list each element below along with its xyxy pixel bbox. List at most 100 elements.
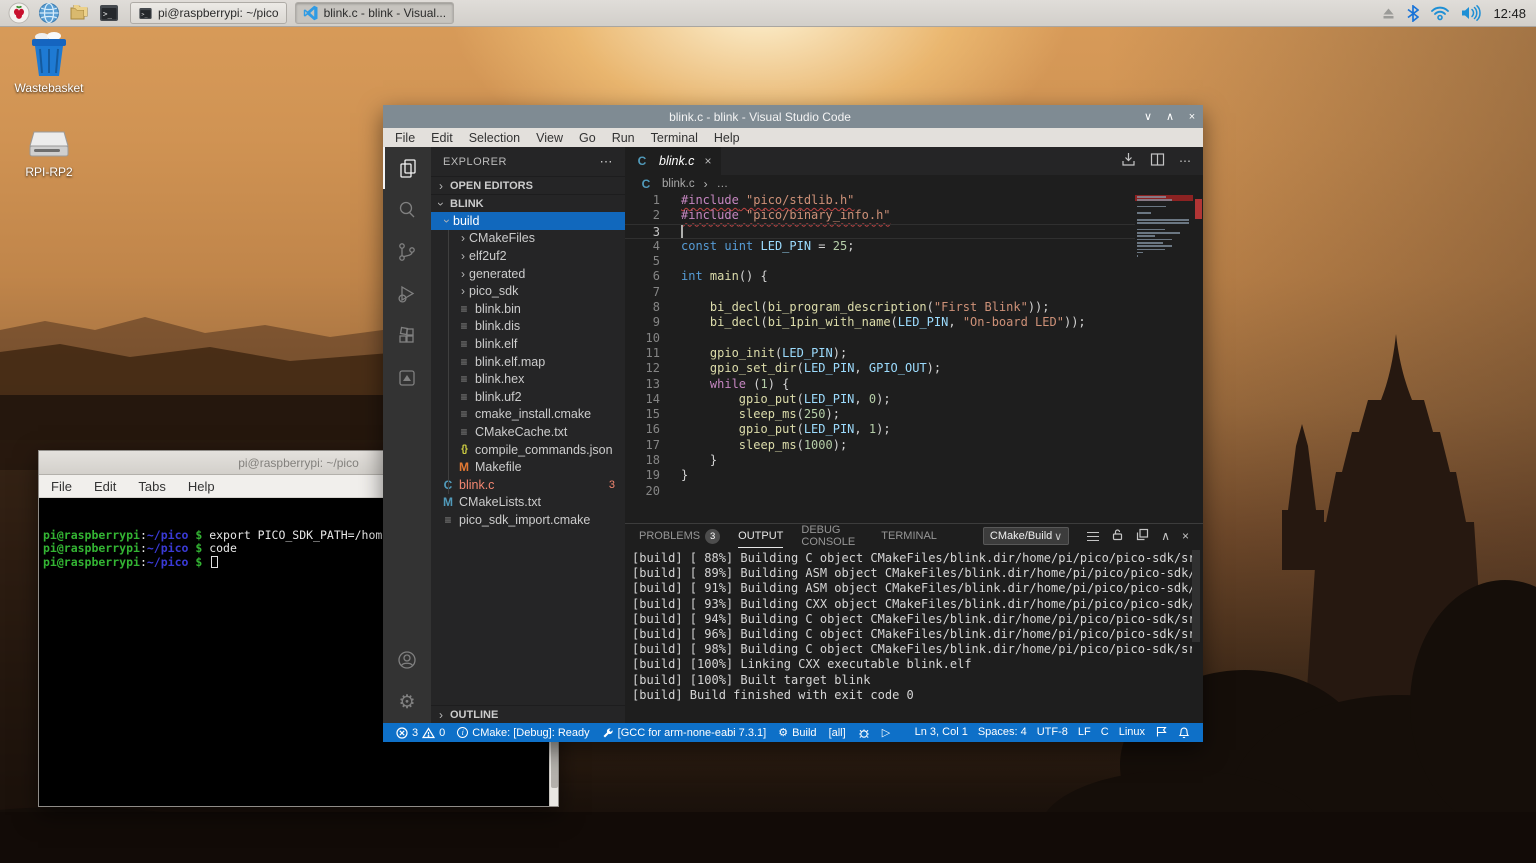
tree-item-blink-hex[interactable]: ≡blink.hex [431, 370, 625, 388]
code-editor[interactable]: 1#include "pico/stdlib.h"2#include "pico… [625, 193, 1203, 523]
tree-item-cmakefiles[interactable]: ›CMakeFiles [431, 230, 625, 248]
launch-icon[interactable]: ▷ [877, 723, 895, 742]
cursor-position[interactable]: Ln 3, Col 1 [910, 726, 973, 738]
volume-icon[interactable] [1461, 5, 1482, 21]
split-editor-icon[interactable] [1150, 152, 1165, 170]
menu-item-help[interactable]: Help [707, 131, 747, 145]
eject-icon[interactable] [1381, 6, 1396, 21]
tree-item-generated[interactable]: ›generated [431, 265, 625, 283]
notifications-bell-icon[interactable] [1173, 726, 1195, 739]
tree-item-blink-elf[interactable]: ≡blink.elf [431, 335, 625, 353]
tree-item-blink-c[interactable]: Cblink.c3 [431, 476, 625, 494]
tab-output[interactable]: OUTPUT [738, 524, 783, 548]
tree-item-label: blink.c [459, 478, 494, 492]
output-log[interactable]: [build] [ 88%] Building C object CMakeFi… [625, 548, 1203, 723]
menu-item-file[interactable]: File [388, 131, 422, 145]
menu-item-terminal[interactable]: Terminal [644, 131, 705, 145]
tree-item-makefile[interactable]: MMakefile [431, 458, 625, 476]
tree-item-label: CMakeLists.txt [459, 495, 541, 509]
file-manager-icon[interactable] [66, 2, 92, 25]
tree-item-cmakelists-txt[interactable]: MCMakeLists.txt [431, 494, 625, 512]
language-mode[interactable]: C [1096, 726, 1114, 738]
terminal-menu-help[interactable]: Help [188, 479, 215, 494]
output-scrollbar[interactable] [1192, 550, 1200, 642]
editor-scrollbar[interactable] [1193, 193, 1203, 523]
tab-blink-c[interactable]: C blink.c × [625, 147, 721, 175]
close-button[interactable]: × [1181, 111, 1203, 123]
terminal-menu-edit[interactable]: Edit [94, 479, 116, 494]
tree-item-elf2uf2[interactable]: ›elf2uf2 [431, 247, 625, 265]
eol[interactable]: LF [1073, 726, 1096, 738]
tab-debug-console[interactable]: DEBUG CONSOLE [801, 524, 863, 548]
cmake-status[interactable]: i CMake: [Debug]: Ready [452, 723, 594, 742]
lock-icon[interactable] [1111, 528, 1124, 544]
minimize-button[interactable]: ∨ [1137, 110, 1159, 123]
maximize-panel-icon[interactable]: ∧ [1161, 529, 1170, 543]
feedback-icon[interactable] [1150, 726, 1173, 738]
tree-item-pico-sdk[interactable]: ›pico_sdk [431, 282, 625, 300]
menu-item-selection[interactable]: Selection [462, 131, 527, 145]
debug-icon[interactable] [853, 723, 875, 742]
desktop-icon-wastebasket[interactable]: Wastebasket [6, 31, 92, 95]
tree-item-compile-commands-json[interactable]: {}compile_commands.json [431, 441, 625, 459]
run-build-icon[interactable] [1121, 152, 1136, 170]
browser-globe-icon[interactable] [36, 2, 62, 25]
line-number: 8 [625, 300, 660, 315]
build-target[interactable]: [all] [824, 723, 851, 742]
raspberry-menu-icon[interactable] [6, 2, 32, 25]
tab-problems[interactable]: PROBLEMS 3 [639, 524, 720, 548]
tree-item-pico-sdk-import-cmake[interactable]: ≡pico_sdk_import.cmake [431, 511, 625, 529]
taskbar-window-terminal[interactable]: >_ pi@raspberrypi: ~/pico [130, 2, 287, 24]
terminal-launcher-icon[interactable]: >_ [96, 2, 122, 25]
text-cursor [681, 225, 683, 238]
tree-item-build[interactable]: ›build [431, 212, 625, 230]
menu-item-run[interactable]: Run [605, 131, 642, 145]
tree-item-blink-elf-map[interactable]: ≡blink.elf.map [431, 353, 625, 371]
source-control-icon[interactable] [383, 231, 431, 273]
cmake-icon[interactable] [383, 357, 431, 399]
cmake-kit[interactable]: [GCC for arm-none-eabi 7.3.1] [597, 723, 772, 742]
account-icon[interactable] [383, 639, 431, 681]
search-icon[interactable] [383, 189, 431, 231]
open-editors-section[interactable]: › OPEN EDITORS [431, 176, 625, 194]
breadcrumb[interactable]: C blink.c › … [625, 175, 1203, 193]
tree-item-blink-bin[interactable]: ≡blink.bin [431, 300, 625, 318]
output-channel-dropdown[interactable]: CMake/Build ∨ [983, 527, 1069, 545]
taskbar-window-vscode[interactable]: blink.c - blink - Visual... [295, 2, 455, 24]
explorer-icon[interactable] [383, 147, 431, 189]
settings-gear-icon[interactable]: ⚙ [383, 681, 431, 723]
menu-item-edit[interactable]: Edit [424, 131, 460, 145]
problems-status[interactable]: 3 0 [391, 723, 450, 742]
tab-close-icon[interactable]: × [704, 154, 711, 168]
outline-section[interactable]: › OUTLINE [431, 705, 625, 723]
build-button[interactable]: ⚙ Build [773, 723, 821, 742]
clear-output-icon[interactable] [1087, 532, 1099, 541]
vscode-titlebar[interactable]: blink.c - blink - Visual Studio Code ∨ ∧… [383, 105, 1203, 128]
open-in-editor-icon[interactable] [1136, 528, 1149, 544]
indentation[interactable]: Spaces: 4 [973, 726, 1032, 738]
close-panel-icon[interactable]: × [1182, 529, 1189, 543]
desktop-icon-rpi-rp2[interactable]: RPI-RP2 [6, 128, 92, 179]
maximize-button[interactable]: ∧ [1159, 110, 1181, 123]
tree-item-cmakecache-txt[interactable]: ≡CMakeCache.txt [431, 423, 625, 441]
more-actions-icon[interactable]: ⋯ [1179, 154, 1191, 168]
extensions-icon[interactable] [383, 315, 431, 357]
run-debug-icon[interactable] [383, 273, 431, 315]
bluetooth-icon[interactable] [1407, 5, 1419, 22]
wifi-icon[interactable] [1430, 5, 1450, 21]
remote-os[interactable]: Linux [1114, 726, 1150, 738]
menu-item-view[interactable]: View [529, 131, 570, 145]
tree-item-blink-uf2[interactable]: ≡blink.uf2 [431, 388, 625, 406]
minimap[interactable] [1135, 195, 1193, 261]
tree-item-cmake-install-cmake[interactable]: ≡cmake_install.cmake [431, 406, 625, 424]
tab-terminal[interactable]: TERMINAL [881, 524, 937, 548]
terminal-menu-tabs[interactable]: Tabs [138, 479, 165, 494]
tree-item-blink-dis[interactable]: ≡blink.dis [431, 318, 625, 336]
menu-item-go[interactable]: Go [572, 131, 603, 145]
code-token: LED_PIN [898, 315, 949, 329]
clock[interactable]: 12:48 [1493, 6, 1526, 21]
explorer-more-actions-icon[interactable]: ⋯ [600, 154, 614, 170]
encoding[interactable]: UTF-8 [1032, 726, 1073, 738]
project-section-blink[interactable]: › BLINK [431, 194, 625, 212]
terminal-menu-file[interactable]: File [51, 479, 72, 494]
